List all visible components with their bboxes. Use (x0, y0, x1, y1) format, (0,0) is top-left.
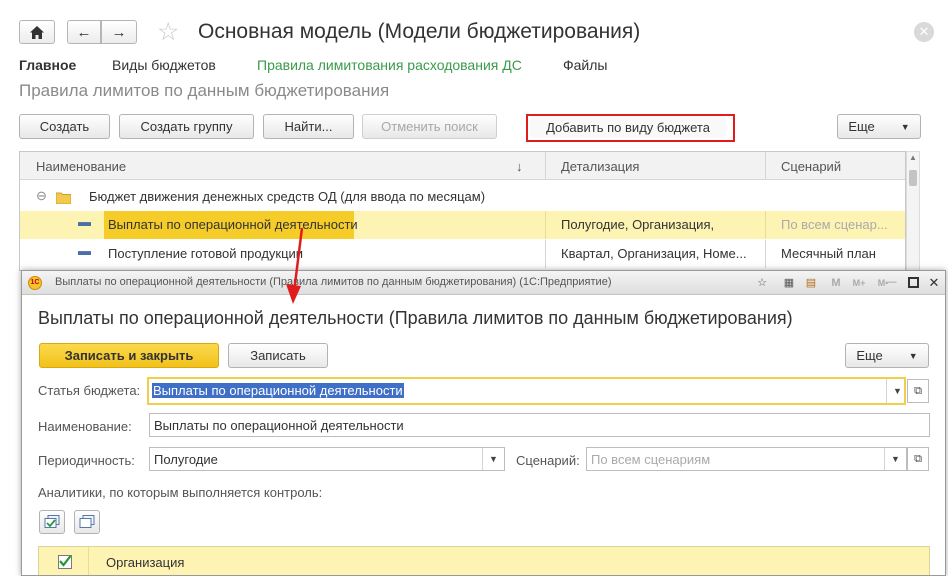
annotation-arrow (286, 227, 304, 304)
